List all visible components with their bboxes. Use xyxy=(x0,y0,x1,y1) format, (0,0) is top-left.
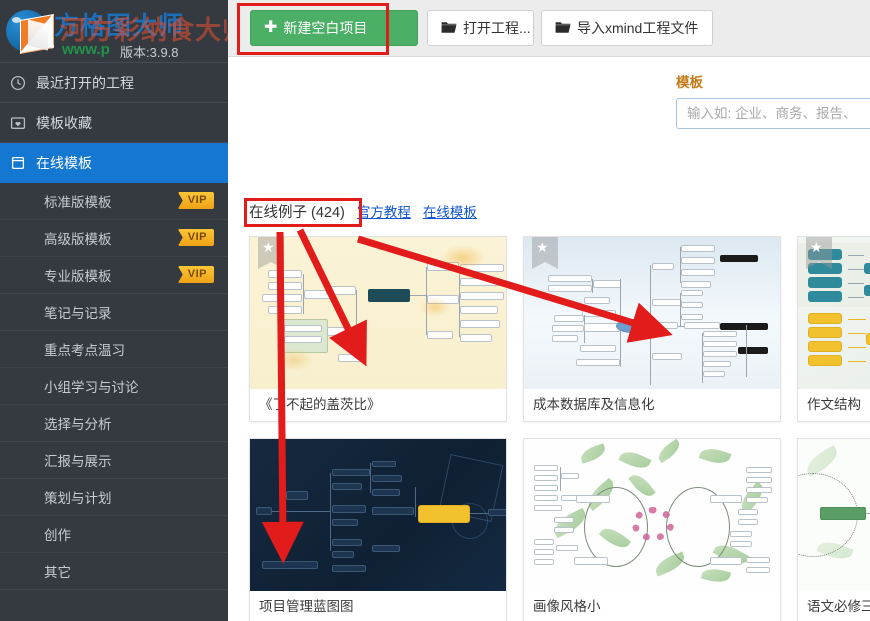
folder-open-icon xyxy=(441,20,457,37)
sidebar-subitem-advanced[interactable]: 高级版模板 VIP xyxy=(0,220,228,257)
sidebar-subitem-professional[interactable]: 专业版模板 VIP xyxy=(0,257,228,294)
template-card-title: 成本数据库及信息化 xyxy=(533,397,655,412)
template-card[interactable]: 作文结构 xyxy=(797,236,870,422)
template-card-title: 项目管理蓝图图 xyxy=(259,599,354,614)
template-box-icon xyxy=(0,155,36,171)
template-card[interactable]: 项目管理蓝图图 xyxy=(249,438,507,621)
sidebar-subitem-label: 笔记与记录 xyxy=(44,306,112,321)
template-thumbnail xyxy=(798,439,870,591)
sidebar-item-label: 模板收藏 xyxy=(36,114,92,131)
import-xmind-button[interactable]: 导入xmind工程文件 xyxy=(541,10,713,46)
template-card-title: 画像风格小 xyxy=(533,599,601,614)
sidebar-subitem-selection-analysis[interactable]: 选择与分析 xyxy=(0,405,228,442)
template-card-title: 作文结构 xyxy=(807,397,861,412)
sidebar-subitem-label: 汇报与展示 xyxy=(44,454,112,469)
template-thumbnail xyxy=(250,439,506,591)
template-row: 《了不起的盖茨比》 xyxy=(249,236,870,422)
sidebar-subitem-label: 选择与分析 xyxy=(44,417,112,432)
logo-watermark-url: www.p xyxy=(62,41,110,58)
sidebar-item-recent[interactable]: 最近打开的工程 xyxy=(0,63,228,103)
template-thumbnail xyxy=(250,237,506,389)
toolbar: ✚ 新建空白项目 打开工程... 导入xmind工程文件 xyxy=(228,0,870,57)
new-blank-project-button[interactable]: ✚ 新建空白项目 xyxy=(250,10,418,46)
template-card[interactable]: 语文必修三 xyxy=(797,438,870,621)
sidebar-subitem-label: 创作 xyxy=(44,528,71,543)
template-card[interactable]: 画像风格小 xyxy=(523,438,781,621)
plus-icon: ✚ xyxy=(264,19,278,36)
sidebar-subitem-notes[interactable]: 笔记与记录 xyxy=(0,294,228,331)
sidebar-subitem-planning[interactable]: 策划与计划 xyxy=(0,479,228,516)
template-row: 项目管理蓝图图 画像风格小 语文必修三 xyxy=(249,438,870,621)
template-card[interactable]: 《了不起的盖茨比》 xyxy=(249,236,507,422)
online-templates-link[interactable]: 在线模板 xyxy=(423,201,477,221)
open-project-button[interactable]: 打开工程... xyxy=(427,10,534,46)
sidebar-subitem-label: 策划与计划 xyxy=(44,491,112,506)
sidebar-item-label: 最近打开的工程 xyxy=(36,74,134,91)
template-search-input[interactable] xyxy=(676,98,870,129)
sidebar: 方格图大师 河方彩纳食大师 www.p 版本:3.9.8 最近打开的工程 xyxy=(0,0,228,621)
sidebar-subitem-creation[interactable]: 创作 xyxy=(0,516,228,553)
import-xmind-label: 导入xmind工程文件 xyxy=(577,20,699,36)
sidebar-item-favorites[interactable]: 模板收藏 xyxy=(0,103,228,143)
favorite-ribbon-icon[interactable] xyxy=(532,237,558,269)
sidebar-subitem-label: 标准版模板 xyxy=(44,195,112,210)
sidebar-item-online-templates[interactable]: 在线模板 xyxy=(0,143,228,183)
clock-icon xyxy=(0,75,36,91)
sidebar-subitem-label: 重点考点温习 xyxy=(44,343,125,358)
official-tutorial-link[interactable]: 官方教程 xyxy=(357,201,411,221)
template-thumbnail xyxy=(798,237,870,389)
sidebar-subitem-group-study[interactable]: 小组学习与讨论 xyxy=(0,368,228,405)
sidebar-item-label: 在线模板 xyxy=(36,154,92,171)
vip-badge: VIP xyxy=(177,229,214,246)
app-window: 方格图大师 河方彩纳食大师 www.p 版本:3.9.8 最近打开的工程 xyxy=(0,0,870,621)
sidebar-subitem-exam-review[interactable]: 重点考点温习 xyxy=(0,331,228,368)
template-thumbnail xyxy=(524,439,780,591)
folder-open-icon xyxy=(555,20,571,37)
template-card-title: 语文必修三 xyxy=(807,599,870,614)
favorite-ribbon-icon[interactable] xyxy=(258,237,284,269)
app-version: 版本:3.9.8 xyxy=(120,45,179,60)
template-search-block: 模板 xyxy=(676,71,870,129)
sidebar-subitem-label: 小组学习与讨论 xyxy=(44,380,139,395)
section-header: 在线例子 (424) 官方教程 在线模板 xyxy=(249,201,477,222)
template-grid: 《了不起的盖茨比》 xyxy=(249,236,870,621)
open-project-label: 打开工程... xyxy=(463,20,531,36)
sidebar-nav: 最近打开的工程 模板收藏 在线模板 标准版模板 VIP 高级版模板 VIP 专业… xyxy=(0,62,228,590)
vip-badge: VIP xyxy=(177,192,214,209)
online-examples-title: 在线例子 (424) xyxy=(249,205,345,221)
new-blank-project-label: 新建空白项目 xyxy=(283,20,368,36)
template-search-label: 模板 xyxy=(676,75,703,90)
sidebar-subitem-label: 其它 xyxy=(44,565,71,580)
vip-badge: VIP xyxy=(177,266,214,283)
sidebar-subitem-label: 专业版模板 xyxy=(44,269,112,284)
sidebar-subitem-standard[interactable]: 标准版模板 VIP xyxy=(0,183,228,220)
template-thumbnail xyxy=(524,237,780,389)
sidebar-subitem-report-presentation[interactable]: 汇报与展示 xyxy=(0,442,228,479)
logo-mark-icon xyxy=(6,8,58,54)
template-card[interactable]: 成本数据库及信息化 xyxy=(523,236,781,422)
folder-heart-icon xyxy=(0,115,36,131)
main-content: 模板 在线例子 (424) 官方教程 在线模板 xyxy=(228,57,870,621)
sidebar-subitem-other[interactable]: 其它 xyxy=(0,553,228,590)
template-card-title: 《了不起的盖茨比》 xyxy=(259,397,381,412)
sidebar-subitem-label: 高级版模板 xyxy=(44,232,112,247)
app-logo: 方格图大师 河方彩纳食大师 www.p 版本:3.9.8 xyxy=(0,0,228,62)
